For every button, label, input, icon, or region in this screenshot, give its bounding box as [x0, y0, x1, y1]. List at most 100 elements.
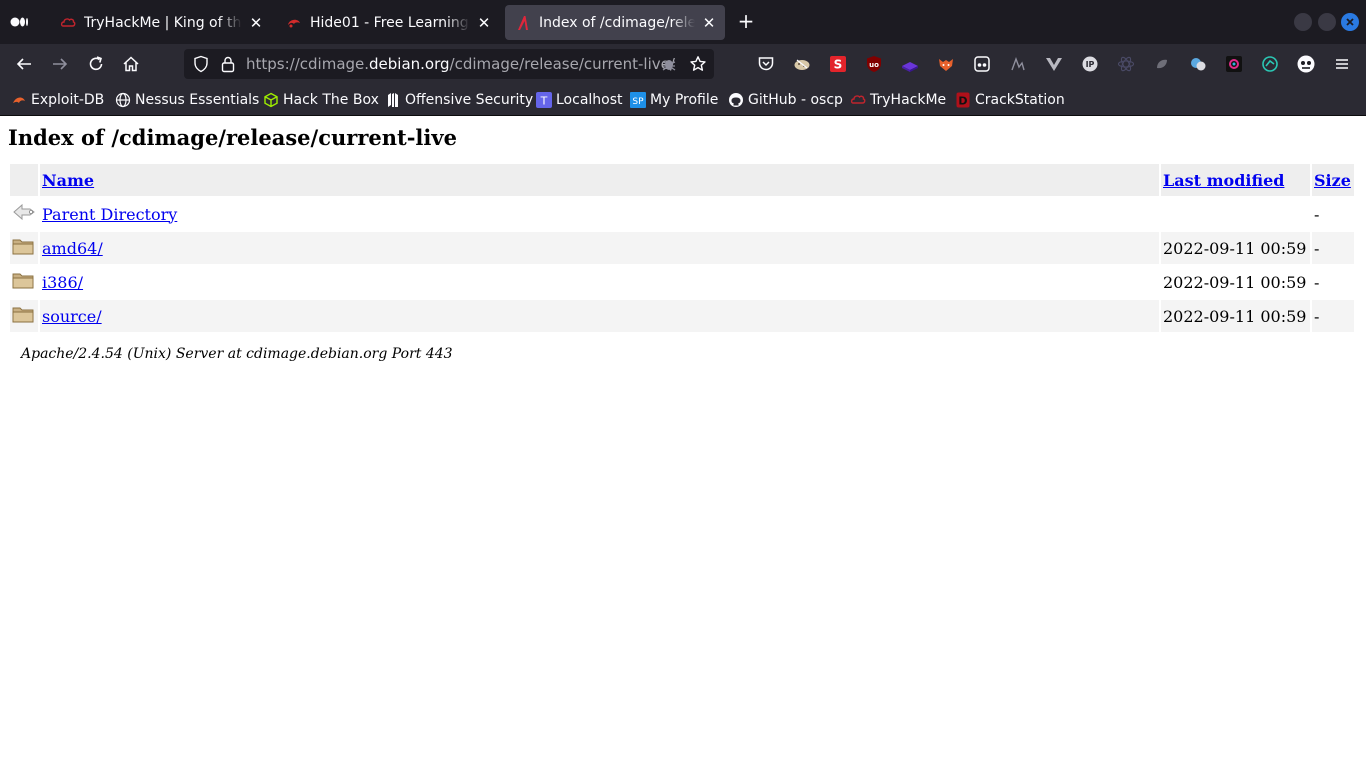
pocket-icon[interactable]	[756, 54, 776, 74]
close-tab-icon[interactable]: ✕	[474, 13, 494, 33]
mask-extension-icon[interactable]	[972, 54, 992, 74]
sync-extension-icon[interactable]	[1260, 54, 1280, 74]
svg-text:T: T	[540, 95, 548, 108]
bookmark-offensive-security[interactable]: Offensive Security	[385, 91, 533, 109]
bookmark-github-oscp[interactable]: GitHub - oscp	[728, 91, 843, 109]
bookmark-label: Nessus Essentials	[135, 92, 260, 108]
table-header-row: Name Last modified Size	[10, 164, 1354, 196]
table-row: amd64/ 2022-09-11 00:59 -	[10, 232, 1354, 264]
shield-icon[interactable]	[192, 55, 210, 77]
address-bar[interactable]: https://cdimage.debian.org/cdimage/relea…	[184, 49, 714, 79]
modified-cell: 2022-09-11 00:59	[1161, 232, 1310, 264]
tryhackme-icon	[60, 15, 76, 31]
colorful-extension-icon[interactable]	[1224, 54, 1244, 74]
sort-by-size-link[interactable]: Size	[1314, 171, 1351, 190]
bookmark-exploit-db[interactable]: Exploit-DB	[11, 91, 104, 109]
sort-by-modified-link[interactable]: Last modified	[1163, 171, 1284, 190]
sqli-extension-icon[interactable]	[1008, 54, 1028, 74]
browser-app-icon[interactable]	[10, 13, 30, 31]
bookmark-hack-the-box[interactable]: Hack The Box	[263, 91, 379, 109]
react-devtools-icon[interactable]	[1116, 54, 1136, 74]
modified-cell: 2022-09-11 00:59	[1161, 300, 1310, 332]
tab-label: Hide01 - Free Learning	[310, 14, 469, 31]
tab-index-current-live[interactable]: Index of /cdimage/release/current-live/ …	[505, 5, 725, 40]
user-agent-switcher-icon[interactable]	[1188, 54, 1208, 74]
s-extension-icon[interactable]: S	[828, 54, 848, 74]
home-icon[interactable]	[119, 52, 143, 76]
svg-text:IP: IP	[1086, 60, 1095, 69]
apache-feather-icon	[515, 15, 531, 31]
foxyproxy-icon[interactable]	[936, 54, 956, 74]
svg-text:D: D	[958, 95, 967, 108]
close-tab-icon[interactable]: ✕	[699, 13, 719, 33]
svg-text:S: S	[834, 58, 843, 72]
leaf-extension-icon[interactable]	[1152, 54, 1172, 74]
ublock-origin-icon[interactable]: uo	[864, 54, 884, 74]
back-arrow-icon	[12, 203, 36, 226]
bookmark-label: TryHackMe	[870, 92, 947, 108]
exploitdb-icon	[11, 92, 27, 108]
minimize-window-button[interactable]	[1294, 13, 1312, 31]
folder-icon	[12, 273, 34, 294]
table-row: source/ 2022-09-11 00:59 -	[10, 300, 1354, 332]
folder-link-i386[interactable]: i386/	[42, 273, 83, 292]
hamburger-menu-icon[interactable]	[1332, 54, 1352, 74]
tab-label: TryHackMe | King of the Hill	[84, 14, 242, 31]
bookmark-label: Localhost	[556, 92, 623, 108]
bookmark-tryhackme[interactable]: TryHackMe	[850, 91, 946, 109]
folder-link-amd64[interactable]: amd64/	[42, 239, 103, 258]
close-tab-icon[interactable]: ✕	[246, 13, 266, 33]
bookmarks-toolbar: Exploit-DB Nessus Essentials Hack The Bo…	[0, 84, 1366, 116]
bookmark-crackstation[interactable]: D CrackStation	[955, 91, 1065, 109]
navigation-toolbar: https://cdimage.debian.org/cdimage/relea…	[0, 44, 1366, 107]
tab-hide01[interactable]: Hide01 - Free Learning ✕	[276, 5, 500, 40]
size-cell: -	[1312, 232, 1354, 264]
ip-address-icon[interactable]: IP	[1080, 54, 1100, 74]
purple-extension-icon[interactable]	[900, 54, 920, 74]
new-tab-button[interactable]: +	[735, 11, 757, 33]
bookmark-label: Hack The Box	[283, 92, 379, 108]
bookmark-label: CrackStation	[975, 92, 1065, 108]
back-arrow-icon[interactable]	[12, 52, 36, 76]
profile-icon: SP	[630, 92, 646, 108]
bookmark-my-profile[interactable]: SP My Profile	[630, 91, 718, 109]
account-avatar-icon[interactable]	[1296, 54, 1316, 74]
bookmark-localhost[interactable]: T Localhost	[536, 91, 623, 109]
table-row: i386/ 2022-09-11 00:59 -	[10, 266, 1354, 298]
cookie-editor-icon[interactable]	[792, 54, 812, 74]
folder-link-source[interactable]: source/	[42, 307, 102, 326]
bookmark-label: Offensive Security	[405, 92, 534, 108]
sort-by-name-link[interactable]: Name	[42, 171, 94, 190]
folder-icon	[12, 239, 34, 260]
size-cell: -	[1312, 300, 1354, 332]
bookmark-label: Exploit-DB	[31, 92, 105, 108]
bug-extension-icon[interactable]	[660, 55, 678, 77]
tab-label: Index of /cdimage/release/current-live/	[539, 14, 695, 31]
name-column-header: Name	[40, 164, 1159, 196]
svg-text:uo: uo	[869, 61, 879, 69]
bookmark-star-icon[interactable]	[689, 55, 707, 77]
parent-directory-link[interactable]: Parent Directory	[42, 205, 177, 224]
globe-icon	[115, 92, 131, 108]
wappalyzer-icon[interactable]	[1044, 54, 1064, 74]
tab-strip: TryHackMe | King of the Hill ✕ Hide01 - …	[0, 0, 1366, 44]
offsec-icon	[385, 92, 401, 108]
reload-icon[interactable]	[84, 52, 108, 76]
bookmark-label: GitHub - oscp	[748, 92, 843, 108]
tab-tryhackme[interactable]: TryHackMe | King of the Hill ✕	[50, 5, 272, 40]
lock-icon[interactable]	[220, 55, 236, 77]
tryhackme-icon	[850, 92, 866, 108]
maximize-window-button[interactable]	[1318, 13, 1336, 31]
size-column-header: Size	[1312, 164, 1354, 196]
table-row: Parent Directory -	[10, 198, 1354, 230]
bookmark-nessus-essentials[interactable]: Nessus Essentials	[115, 91, 259, 109]
bookmark-label: My Profile	[650, 92, 719, 108]
size-cell: -	[1314, 204, 1320, 224]
forward-arrow-icon[interactable]	[48, 52, 72, 76]
close-window-button[interactable]	[1341, 13, 1359, 31]
url-text[interactable]: https://cdimage.debian.org/cdimage/relea…	[246, 55, 675, 73]
folder-icon	[12, 307, 34, 328]
modified-column-header: Last modified	[1161, 164, 1310, 196]
github-icon	[728, 92, 744, 108]
hide01-icon	[286, 15, 302, 31]
